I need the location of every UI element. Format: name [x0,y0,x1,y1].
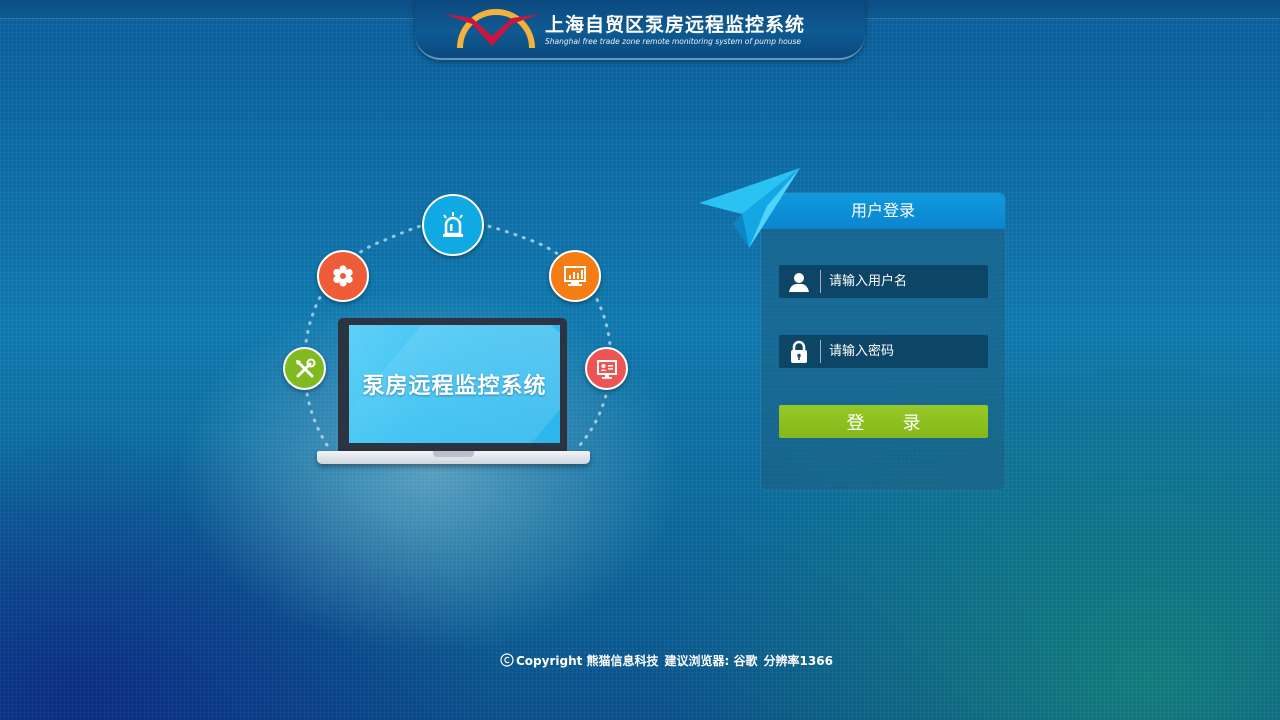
gear-icon [317,250,369,302]
footer-browser: 建议浏览器: 谷歌 [664,653,758,668]
laptop-notch [433,451,474,457]
paper-plane-icon [699,168,800,248]
footer: Copyright 熊猫信息科技 建议浏览器: 谷歌 分辨率1366 [500,651,839,669]
password-field [779,335,988,368]
alarm-light-icon [422,194,484,256]
screen-title: 泵房远程监控系统 [362,374,547,399]
username-input[interactable] [829,265,979,298]
user-icon [789,273,809,292]
logo-icon [444,9,540,49]
id-card-icon [585,347,628,390]
chart-monitor-icon [549,250,601,302]
tools-icon [283,347,326,390]
username-field [779,265,988,298]
footer-copyright: Copyright 熊猫信息科技 [516,653,659,668]
field-divider [820,270,821,293]
site-subtitle: Shanghai free trade zone remote monitori… [545,37,801,46]
copyright-icon [500,653,514,667]
field-divider [820,340,821,363]
footer-resolution: 分辨率1366 [763,653,833,668]
laptop-screen: 泵房远程监控系统 [349,325,560,443]
lock-icon [791,340,807,363]
site-title: 上海自贸区泵房远程监控系统 [545,14,806,36]
password-input[interactable] [829,335,979,368]
login-button[interactable]: 登录 [779,405,988,438]
